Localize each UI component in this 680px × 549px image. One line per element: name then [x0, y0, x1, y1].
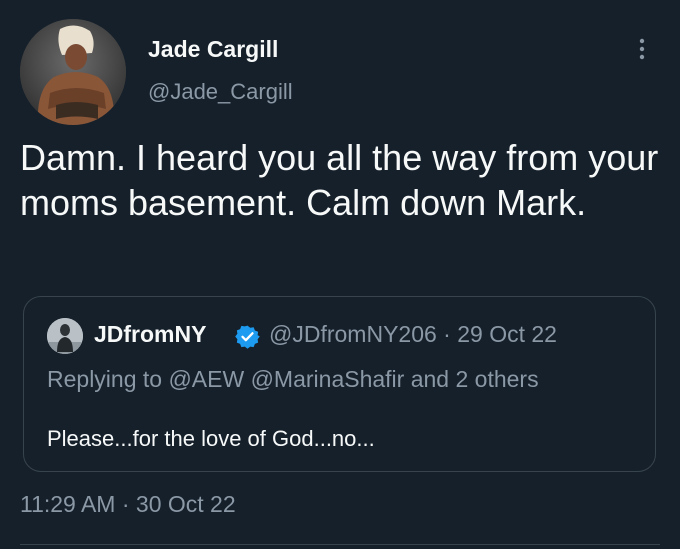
- quoted-tweet-text: Please...for the love of God...no...: [47, 426, 375, 451]
- author-handle[interactable]: @Jade_Cargill: [148, 79, 293, 105]
- verified-badge-icon: [235, 324, 260, 349]
- tweet-text: Damn. I heard you all the way from your …: [20, 137, 659, 223]
- divider: [20, 544, 660, 545]
- more-vertical-icon[interactable]: [630, 37, 654, 61]
- quoted-handle-date[interactable]: @JDfromNY206 · 29 Oct 22: [269, 321, 557, 348]
- tweet-timestamp[interactable]: 11:29 AM · 30 Oct 22: [20, 491, 236, 518]
- quoted-author-avatar[interactable]: [47, 318, 83, 354]
- author-display-name[interactable]: Jade Cargill: [148, 36, 278, 63]
- author-avatar[interactable]: [20, 19, 126, 125]
- quoted-tweet-card[interactable]: JDfromNY @JDfromNY206 · 29 Oct 22 Replyi…: [23, 296, 656, 472]
- quoted-author-name[interactable]: JDfromNY: [94, 321, 206, 348]
- replying-to-line[interactable]: Replying to @AEW @MarinaShafir and 2 oth…: [47, 366, 539, 393]
